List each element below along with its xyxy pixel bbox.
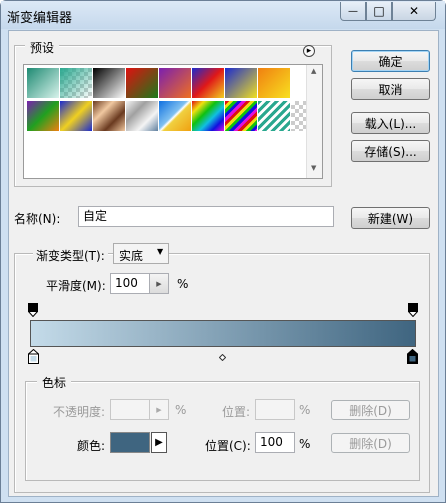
load-button[interactable]: 载入(L)... [351, 112, 430, 134]
midpoint-diamond[interactable] [218, 350, 227, 364]
chevron-right-icon: ▶ [156, 405, 162, 414]
chevron-right-icon: ▶ [156, 279, 162, 288]
opacity-input[interactable] [110, 399, 150, 420]
presets-label: 预设 [25, 39, 60, 56]
smoothness-label: 平滑度(M): [46, 279, 106, 293]
smoothness-stepper-button[interactable]: ▶ [149, 273, 169, 294]
gradient-preview-bar[interactable] [30, 320, 416, 347]
color-label: 颜色: [77, 439, 106, 453]
opacity-stop-icon [27, 303, 39, 318]
color-stop-left[interactable] [27, 348, 40, 367]
color-stop-icon [406, 348, 419, 364]
preset-swatch[interactable] [225, 68, 257, 98]
gradient-type-select[interactable]: 实底 ▼ [113, 243, 169, 264]
dialog-client: 预设 ▸ ▲ ▼ 确定 取消 载入(L)... 存储(S)... 名称(N): … [8, 30, 439, 497]
minimize-icon: — [348, 5, 358, 17]
presets-menu-button[interactable]: ▸ [303, 45, 315, 57]
preset-swatch[interactable] [27, 68, 59, 98]
opacity-stop-left[interactable] [27, 303, 39, 320]
minimize-button[interactable]: — [340, 2, 366, 21]
color-swatch[interactable] [110, 432, 150, 453]
color-delete-button[interactable]: 删除(D) [331, 433, 410, 453]
opacity-stop-icon [407, 303, 419, 318]
midpoint-diamond-icon [218, 353, 227, 362]
gradient-type-value: 实底 [119, 249, 144, 263]
preset-swatch[interactable] [258, 101, 290, 131]
name-label: 名称(N): [14, 212, 61, 226]
color-stop-icon [27, 348, 40, 364]
opacity-location-input[interactable] [255, 399, 295, 420]
preset-swatch[interactable] [27, 101, 59, 131]
opacity-delete-button[interactable]: 删除(D) [331, 400, 410, 420]
maximize-button[interactable]: □ [366, 2, 392, 21]
preset-swatch[interactable] [126, 68, 158, 98]
preset-swatch[interactable] [159, 101, 191, 131]
opacity-stop-right[interactable] [407, 303, 419, 320]
preset-swatch[interactable] [159, 68, 191, 98]
new-button[interactable]: 新建(W) [351, 207, 430, 229]
preset-swatch[interactable] [93, 101, 125, 131]
presets-scrollbar[interactable]: ▲ ▼ [306, 65, 322, 178]
flyout-menu-icon: ▸ [306, 45, 312, 56]
gradient-type-label: 渐变类型(T): [33, 247, 108, 264]
color-menu-button[interactable]: ▶ [151, 432, 167, 453]
preset-swatch[interactable] [192, 101, 224, 131]
ok-button[interactable]: 确定 [351, 50, 430, 72]
opacity-location-percent: % [299, 403, 311, 417]
stops-group [25, 381, 420, 481]
preset-swatch[interactable] [93, 68, 125, 98]
scroll-up-icon[interactable]: ▲ [311, 67, 316, 75]
color-location-label: 位置(C): [205, 439, 251, 453]
color-location-input[interactable]: 100 [255, 432, 295, 453]
window-title: 渐变编辑器 [7, 11, 73, 26]
opacity-percent: % [175, 403, 187, 417]
presets-list: ▲ ▼ [23, 64, 323, 179]
preset-swatch[interactable] [126, 101, 158, 131]
smoothness-percent: % [177, 277, 189, 291]
name-input[interactable]: 自定 [78, 206, 334, 227]
title-bar: 渐变编辑器 — □ ✕ [1, 1, 445, 29]
preset-swatch[interactable] [192, 68, 224, 98]
maximize-icon: □ [373, 4, 385, 18]
preset-swatch[interactable] [258, 68, 290, 98]
preset-swatch[interactable] [60, 101, 92, 131]
scroll-down-icon[interactable]: ▼ [311, 164, 316, 172]
smoothness-input[interactable]: 100 [110, 273, 150, 294]
preset-swatch[interactable] [225, 101, 257, 131]
opacity-stepper-button[interactable]: ▶ [149, 399, 169, 420]
preset-swatch[interactable] [60, 68, 92, 98]
color-location-percent: % [299, 437, 311, 451]
chevron-down-icon: ▼ [157, 247, 164, 256]
stops-group-label: 色标 [37, 374, 72, 391]
close-icon: ✕ [408, 4, 420, 18]
opacity-location-label: 位置: [222, 405, 251, 419]
save-button[interactable]: 存储(S)... [351, 140, 430, 162]
color-stop-right[interactable] [406, 348, 419, 367]
gradient-editor-window: 渐变编辑器 — □ ✕ 预设 ▸ ▲ ▼ 确定 取消 载入(L)... 存储(S… [0, 0, 446, 503]
cancel-button[interactable]: 取消 [351, 78, 430, 100]
play-triangle-icon: ▶ [155, 437, 163, 448]
opacity-label: 不透明度: [53, 405, 106, 419]
close-button[interactable]: ✕ [392, 2, 436, 21]
